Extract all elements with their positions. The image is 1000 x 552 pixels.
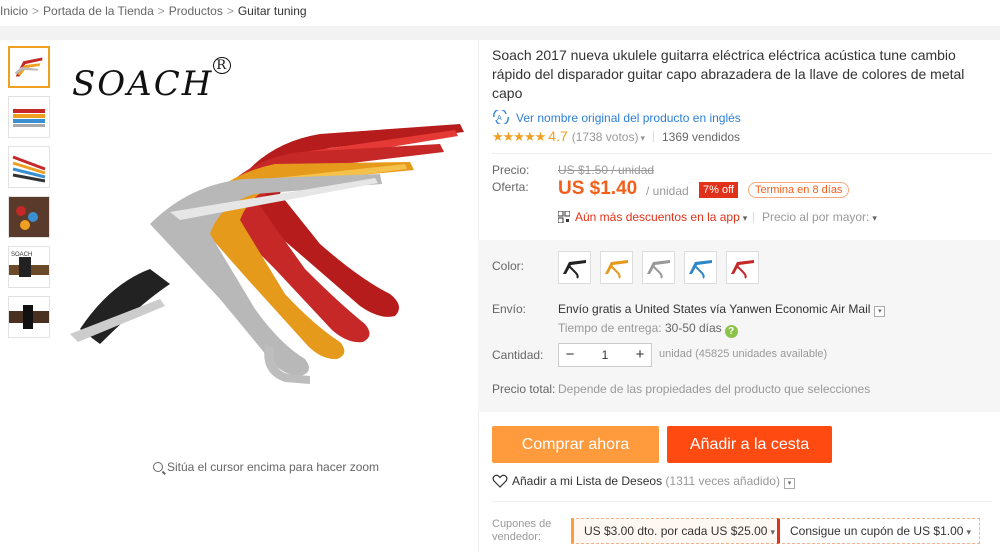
shipping-label: Envío:	[492, 302, 527, 316]
divider	[492, 501, 992, 502]
rating-value: 4.7	[548, 128, 568, 144]
color-swatch-blue[interactable]	[684, 251, 717, 284]
ends-badge: Termina en 8 días	[748, 182, 850, 198]
breadcrumb-separator: >	[226, 4, 234, 18]
rating-stars: ★★★★★	[492, 129, 546, 144]
sold-count: 1369 vendidos	[661, 130, 741, 144]
quantity-plus-button[interactable]: +	[629, 344, 651, 366]
discount-badge: 7% off	[699, 182, 738, 198]
wishlist-link[interactable]: Añadir a mi Lista de Deseos (1311 veces …	[492, 474, 795, 489]
breadcrumb-separator: >	[157, 4, 165, 18]
quantity-minus-button[interactable]: −	[559, 344, 581, 366]
breadcrumb-products[interactable]: Productos	[169, 4, 223, 18]
chevron-down-icon: ▾	[742, 213, 748, 223]
breadcrumb-separator: >	[32, 4, 40, 18]
original-name-link[interactable]: A Ver nombre original del producto en ing…	[492, 109, 992, 127]
wishlist-dropdown-button[interactable]: ▾	[783, 478, 795, 489]
magnifier-icon	[152, 462, 163, 472]
thumbnail-4[interactable]	[8, 196, 50, 238]
breadcrumb-current[interactable]: Guitar tuning	[238, 4, 307, 18]
color-swatch-gold[interactable]	[600, 251, 633, 284]
shipping-method: a United States vía Yanwen Economic Air …	[624, 302, 871, 316]
quantity-available: unidad (45825 unidades available)	[659, 348, 828, 360]
thumbnail-strip: SOACH	[8, 46, 52, 346]
color-swatch-silver[interactable]	[642, 251, 675, 284]
chevron-down-icon[interactable]: ▾	[640, 133, 645, 143]
offer-price: US $1.40	[558, 178, 638, 199]
top-band	[0, 26, 1000, 40]
thumbnail-3[interactable]	[8, 146, 50, 188]
quantity-label: Cantidad:	[492, 348, 544, 362]
chevron-down-icon: ▾	[872, 213, 877, 223]
offer-label: Oferta:	[492, 180, 529, 194]
app-discount-link[interactable]: Aún más descuentos en la app ▾	[575, 206, 747, 229]
coupon-1[interactable]: US $3.00 dto. por cada US $25.00 ▾	[571, 518, 784, 544]
delivery-value: 30-50 días	[664, 321, 722, 335]
brand-logo: SOACH R	[72, 57, 232, 104]
add-to-cart-button[interactable]: Añadir a la cesta	[667, 426, 832, 463]
chevron-down-icon: ▾	[966, 527, 971, 537]
svg-text:SOACH: SOACH	[11, 252, 32, 258]
total-price-note: Depende de las propiedades del producto …	[558, 382, 871, 396]
price-block: Precio: US $1.50 / unidad Oferta: US $1.…	[492, 160, 992, 228]
coupons-label: Cupones de vendedor:	[492, 518, 552, 543]
shipping-dropdown-button[interactable]: ▾	[874, 306, 886, 317]
color-swatches	[558, 251, 768, 284]
svg-text:A: A	[497, 115, 502, 122]
price-unit: / unidad	[646, 184, 689, 198]
heart-icon	[492, 474, 508, 488]
thumbnail-1[interactable]	[8, 46, 50, 88]
color-swatch-red[interactable]	[726, 251, 759, 284]
translate-icon: A	[493, 110, 509, 124]
wishlist-count: (1311 veces añadido)	[665, 474, 780, 488]
shipping-info: Envío gratis a United States vía Yanwen …	[558, 302, 886, 317]
delivery-time: Tiempo de entrega: 30-50 días?	[558, 321, 738, 338]
thumbnail-6[interactable]	[8, 296, 50, 338]
breadcrumb-store[interactable]: Portada de la Tienda	[43, 4, 154, 18]
breadcrumb: Inicio > Portada de la Tienda > Productos > Gu…	[0, 4, 307, 20]
qr-code-icon	[558, 211, 570, 223]
zoom-hint-text: Sitúa el cursor encima para hacer zoom	[166, 460, 380, 474]
help-icon[interactable]: ?	[724, 325, 738, 338]
main-product-image[interactable]: SOACH R	[60, 44, 472, 456]
coupon-2[interactable]: Consigue un cupón de US $1.00 ▾	[777, 518, 980, 544]
thumbnail-5[interactable]: SOACH	[8, 246, 50, 288]
zoom-hint: Sitúa el cursor encima para hacer zoom	[60, 460, 472, 474]
breadcrumb-home[interactable]: Inicio	[0, 4, 28, 18]
quantity-input[interactable]: 1	[581, 344, 629, 366]
wholesale-price-link[interactable]: Precio al por mayor: ▾	[762, 206, 877, 229]
votes-link[interactable]: (1738 votos)	[572, 130, 639, 144]
options-panel: Color: Envío: Envío gratis a United Stat…	[478, 240, 1000, 412]
rating-row: ★★★★★ 4.7 (1738 votos) ▾ 1369 vendidos	[492, 127, 992, 145]
chevron-down-icon: ▾	[770, 527, 775, 537]
thumbnail-2[interactable]	[8, 96, 50, 138]
buy-now-button[interactable]: Comprar ahora	[492, 426, 659, 463]
product-title: Soach 2017 nueva ukulele guitarra eléctr…	[492, 47, 965, 101]
quantity-stepper: − 1 +	[558, 343, 652, 367]
product-info: Soach 2017 nueva ukulele guitarra eléctr…	[492, 46, 992, 154]
free-shipping: Envío gratis	[558, 302, 622, 316]
color-swatch-black[interactable]	[558, 251, 591, 284]
color-label: Color:	[492, 259, 525, 273]
total-price-label: Precio total:	[492, 382, 556, 396]
divider	[492, 153, 992, 154]
